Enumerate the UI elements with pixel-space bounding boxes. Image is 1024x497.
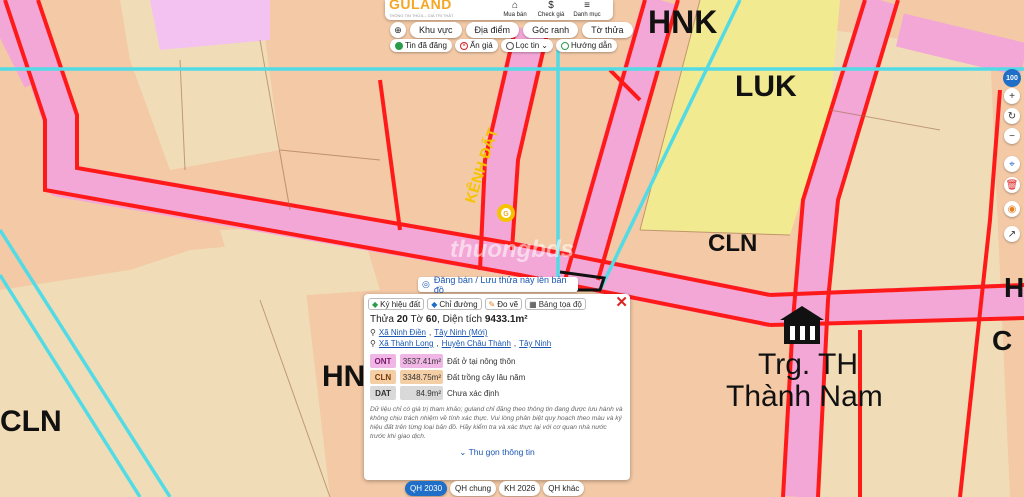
info-icon [560, 41, 569, 50]
posted-listings-toggle[interactable]: Tin đã đăng [390, 39, 452, 52]
province-new-link[interactable]: Tây Ninh (Mới) [434, 328, 487, 337]
dollar-icon: $ [548, 0, 554, 11]
tab-kh-2026[interactable]: KH 2026 [499, 481, 541, 496]
filter-chips: Tin đã đăng × Ẩn giá Lọc tin ⌄ Hướng dẫn [390, 39, 617, 52]
plan-layer-tabs: QH 2030 QH chung KH 2026 QH khác [405, 481, 585, 496]
tab-qh-other[interactable]: QH khác [543, 481, 585, 496]
svg-text:G: G [503, 211, 509, 218]
check-price-button[interactable]: $ Check giá [533, 1, 569, 19]
chevron-down-icon: ⌄ [541, 41, 548, 50]
tab-qh-2030[interactable]: QH 2030 [405, 481, 448, 496]
plus-icon: + [1009, 90, 1015, 102]
share-button[interactable]: ↗ [1004, 226, 1020, 242]
hide-price-toggle[interactable]: × Ẩn giá [454, 39, 498, 52]
search-tabs: ⊕ Khu vực Địa điểm Góc ranh Tờ thửa [390, 22, 633, 38]
close-icon: ✕ [615, 294, 628, 311]
filter-listings-dropdown[interactable]: Lọc tin ⌄ [500, 39, 553, 52]
zone-label-c-right: C [992, 325, 1013, 356]
district-old-link[interactable]: Huyện Châu Thành [442, 339, 511, 348]
directions-tab[interactable]: ◆ Chỉ đường [427, 298, 482, 310]
crosshair-icon: ⌖ [1009, 158, 1015, 170]
watermark: thuongbds [450, 236, 574, 263]
land-area: 3537.41m² [400, 354, 443, 368]
location-pin-icon: G [497, 204, 515, 222]
zone-label-hnk: HNK [648, 4, 718, 40]
table-icon: ▦ [529, 299, 537, 309]
layers-button[interactable]: ◉ [1004, 201, 1020, 217]
zone-label-luk: LUK [735, 70, 797, 103]
house-icon: ⌂ [511, 0, 519, 11]
parcel-title: Thửa 20 Tờ 60, Diện tích 9433.1m² [370, 314, 528, 325]
zoom-in-button[interactable]: + [1004, 88, 1020, 104]
menu-icon: ≡ [584, 0, 590, 11]
direction-icon: ◆ [431, 299, 438, 309]
parcel-info-panel: ◆ Ký hiệu đất ◆ Chỉ đường ✎ Đo vẽ ▦ Bảng tọa… [364, 294, 630, 480]
minus-icon: − [1009, 130, 1015, 142]
tab-corner[interactable]: Góc ranh [523, 22, 579, 38]
palette-icon: ◉ [1007, 203, 1017, 215]
land-area: 3348.75m² [400, 370, 443, 384]
zone-label-h-right: H [1004, 272, 1024, 303]
land-code: ONT [370, 354, 396, 368]
refresh-button[interactable]: ↻ [1004, 108, 1020, 124]
measure-tab[interactable]: ✎ Đo vẽ [484, 298, 523, 310]
trash-icon: 🗑 [1005, 179, 1019, 191]
school-label-line1: Trg. TH [758, 348, 859, 381]
location-icon: ⚲ [370, 328, 376, 337]
land-desc: Đất trồng cây lâu năm [447, 372, 526, 382]
land-symbol-tab[interactable]: ◆ Ký hiệu đất [368, 298, 425, 310]
top-toolbar: GULAND THÔNG TIN THỬA – GIÁ TRỊ THẬT ⌂ M… [385, 0, 613, 20]
land-area: 84.9m² [400, 386, 443, 400]
tab-area[interactable]: Khu vực [410, 22, 462, 38]
land-desc: Chưa xác định [447, 388, 500, 398]
panel-tabs: ◆ Ký hiệu đất ◆ Chỉ đường ✎ Đo vẽ ▦ Bảng tọa… [364, 294, 630, 310]
land-desc: Đất ở tại nông thôn [447, 356, 516, 366]
catalog-button[interactable]: ≡ Danh mục [569, 1, 605, 19]
land-code: CLN [370, 370, 396, 384]
locate-me-button[interactable]: ⌖ [1004, 156, 1020, 172]
close-circle-icon: × [459, 41, 468, 50]
coordinates-tab[interactable]: ▦ Bảng tọa độ [525, 298, 586, 310]
close-panel-button[interactable]: ✕ [615, 294, 628, 312]
buy-sell-button[interactable]: ⌂ Mua bán [497, 1, 533, 19]
disclaimer-text: Dữ liệu chỉ có giá trị tham khảo; guland… [370, 406, 623, 440]
guland-logo[interactable]: GULAND THÔNG TIN THỬA – GIÁ TRỊ THẬT [385, 0, 497, 22]
target-icon: ⊕ [394, 24, 402, 35]
land-use-row: CLN 3348.75m² Đất trồng cây lâu năm [364, 369, 630, 385]
map-pin-icon: ◎ [422, 279, 430, 289]
save-parcel-button[interactable]: ◎ Đăng bán / Lưu thửa này lên bản đồ [418, 275, 578, 295]
commune-old-link[interactable]: Xã Thành Long [379, 339, 434, 348]
locate-target-button[interactable]: ⊕ [390, 22, 406, 38]
ruler-icon: ✎ [488, 299, 496, 309]
land-use-row: ONT 3537.41m² Đất ở tại nông thôn [364, 353, 630, 369]
tag-icon: ◆ [372, 299, 379, 309]
land-use-row: DAT 84.9m² Chưa xác định [364, 385, 630, 401]
chevron-down-icon: ⌄ [459, 447, 467, 457]
tab-place[interactable]: Địa điểm [465, 22, 520, 38]
zoom-level-indicator[interactable]: 100 [1003, 69, 1021, 87]
zone-label-cln-left: CLN [0, 405, 62, 438]
collapse-info-button[interactable]: ⌄ Thu gọn thông tin [364, 445, 630, 458]
check-icon [395, 41, 403, 50]
province-old-link[interactable]: Tây Ninh [519, 339, 551, 348]
tab-parcel[interactable]: Tờ thửa [582, 22, 633, 38]
address-old: ⚲ Xã Thành Long, Huyện Châu Thành, Tây N… [370, 339, 552, 348]
filter-icon [505, 41, 514, 50]
zone-label-hn-center: HN [322, 360, 366, 393]
share-icon: ↗ [1007, 228, 1017, 240]
refresh-icon: ↻ [1007, 110, 1017, 122]
school-label-line2: Thành Nam [726, 380, 883, 413]
tab-qh-general[interactable]: QH chung [450, 481, 497, 496]
address-new: ⚲ Xã Ninh Điền, Tây Ninh (Mới) [370, 328, 488, 337]
commune-new-link[interactable]: Xã Ninh Điền [379, 328, 426, 337]
zone-label-cln-right: CLN [708, 230, 758, 257]
zoom-out-button[interactable]: − [1004, 128, 1020, 144]
guide-button[interactable]: Hướng dẫn [555, 39, 617, 52]
land-code: DAT [370, 386, 396, 400]
delete-button[interactable]: 🗑 [1004, 177, 1020, 193]
location-icon: ⚲ [370, 339, 376, 348]
